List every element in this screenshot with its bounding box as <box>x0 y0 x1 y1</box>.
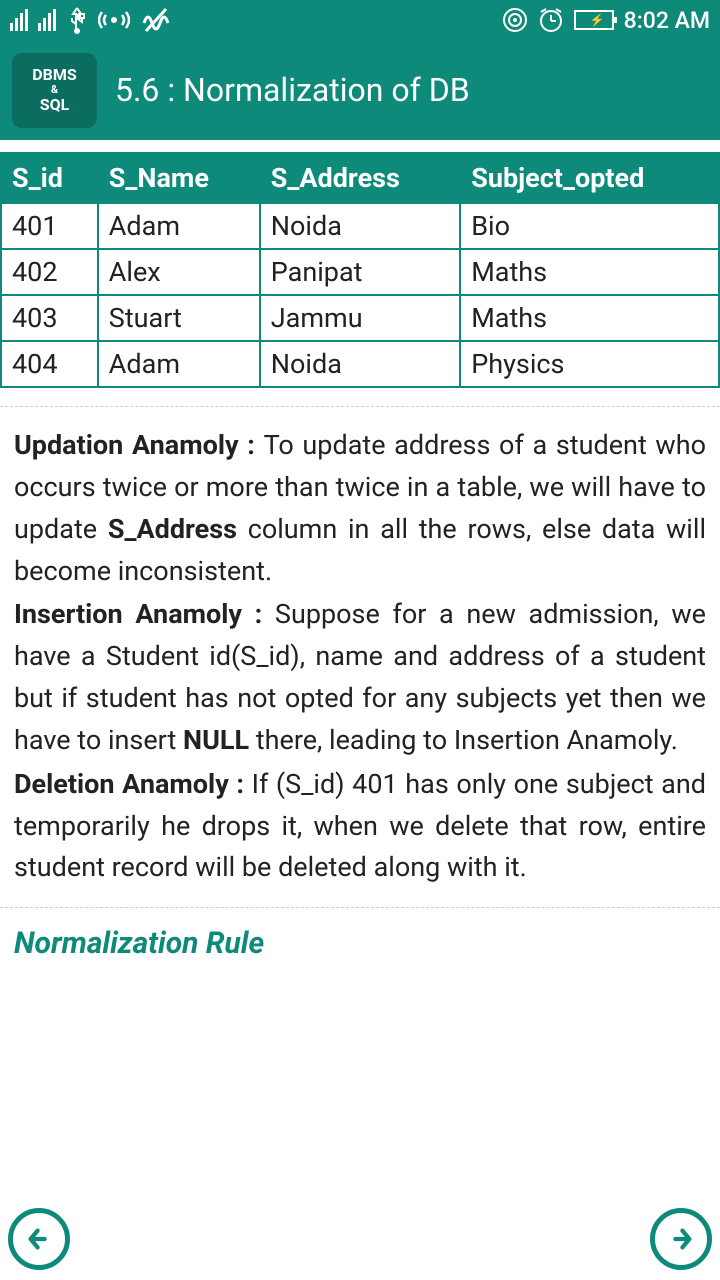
app-header: DBMS & SQL 5.6 : Normalization of DB <box>0 40 720 140</box>
vibrate-muted-icon <box>140 7 170 33</box>
app-icon-line1: DBMS <box>32 66 76 84</box>
signal-icon-2 <box>38 9 56 31</box>
alarm-icon <box>538 7 564 33</box>
body-text: Updation Anamoly : To update address of … <box>0 425 720 889</box>
table-cell: Panipat <box>260 249 460 295</box>
table-cell: Jammu <box>260 295 460 341</box>
hotspot-icon <box>98 8 130 32</box>
table-row: 402AlexPanipatMaths <box>1 249 719 295</box>
divider <box>0 406 720 407</box>
page-title: 5.6 : Normalization of DB <box>115 71 470 109</box>
table-cell: 404 <box>1 341 98 387</box>
table-cell: 403 <box>1 295 98 341</box>
status-bar: ⚡ 8:02 AM <box>0 0 720 40</box>
sync-icon <box>502 7 528 33</box>
table-row: 403StuartJammuMaths <box>1 295 719 341</box>
status-right: ⚡ 8:02 AM <box>502 7 710 34</box>
insertion-label: Insertion Anamoly : <box>14 598 275 630</box>
table-cell: Bio <box>460 203 719 249</box>
table-header: S_id <box>1 153 98 203</box>
app-icon-line3: SQL <box>40 96 70 114</box>
arrow-right-icon <box>667 1225 695 1253</box>
signal-icon-1 <box>10 9 28 31</box>
table-cell: 402 <box>1 249 98 295</box>
table-cell: Noida <box>260 341 460 387</box>
table-cell: Adam <box>98 341 260 387</box>
status-time: 8:02 AM <box>624 7 710 34</box>
updation-label: Updation Anamoly : <box>14 429 264 461</box>
table-cell: Physics <box>460 341 719 387</box>
battery-icon: ⚡ <box>574 10 614 30</box>
table-cell: Maths <box>460 295 719 341</box>
table-cell: Alex <box>98 249 260 295</box>
next-button[interactable] <box>650 1208 712 1270</box>
prev-button[interactable] <box>8 1208 70 1270</box>
table-row: 401AdamNoidaBio <box>1 203 719 249</box>
arrow-left-icon <box>25 1225 53 1253</box>
para-insertion: Insertion Anamoly : Suppose for a new ad… <box>14 594 706 761</box>
deletion-label: Deletion Anamoly : <box>14 768 252 800</box>
table-header: S_Address <box>260 153 460 203</box>
usb-icon <box>66 6 88 34</box>
divider-2 <box>0 907 720 908</box>
para-updation: Updation Anamoly : To update address of … <box>14 425 706 592</box>
table-cell: Maths <box>460 249 719 295</box>
student-table: S_idS_NameS_AddressSubject_opted 401Adam… <box>0 152 720 388</box>
section-title: Normalization Rule <box>0 926 720 961</box>
table-header: S_Name <box>98 153 260 203</box>
content-area: S_idS_NameS_AddressSubject_opted 401Adam… <box>0 140 720 961</box>
table-cell: Stuart <box>98 295 260 341</box>
status-left <box>10 6 170 34</box>
table-cell: Adam <box>98 203 260 249</box>
app-icon[interactable]: DBMS & SQL <box>12 53 97 128</box>
table-cell: Noida <box>260 203 460 249</box>
table-cell: 401 <box>1 203 98 249</box>
para-deletion: Deletion Anamoly : If (S_id) 401 has onl… <box>14 764 706 890</box>
table-header: Subject_opted <box>460 153 719 203</box>
table-row: 404AdamNoidaPhysics <box>1 341 719 387</box>
